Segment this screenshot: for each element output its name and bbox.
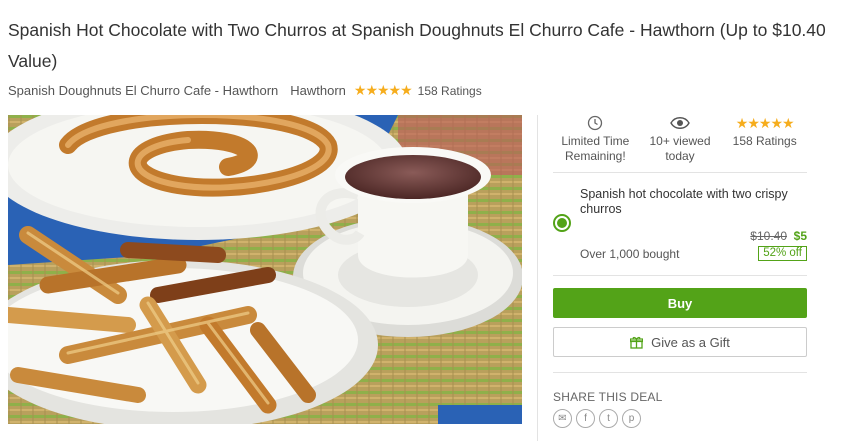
option-title: Spanish hot chocolate with two crispy ch… — [580, 187, 788, 216]
divider — [553, 275, 807, 276]
stat-views-line1: 10+ viewed — [649, 134, 711, 148]
stat-ratings-count: 158 Ratings — [732, 134, 797, 148]
stat-views: 10+ viewed today — [638, 113, 723, 171]
original-price: $10.40 — [750, 229, 787, 243]
stat-time: Limited Time Remaining! — [553, 113, 638, 171]
stat-time-line2: Remaining! — [564, 149, 626, 163]
stat-views-line2: today — [665, 149, 695, 163]
churros-illustration — [8, 115, 522, 424]
stat-time-line1: Limited Time — [561, 134, 630, 148]
ratings-count[interactable]: 158 Ratings — [418, 84, 482, 98]
gift-icon — [630, 336, 644, 349]
rating-stars: ★★★★★ — [353, 82, 413, 98]
share-buttons: ✉ f t p — [553, 409, 641, 428]
divider — [553, 172, 807, 173]
merchant-link[interactable]: Spanish Doughnuts El Churro Cafe - Hawth… — [8, 83, 278, 98]
deal-photo[interactable] — [8, 115, 522, 424]
clock-icon — [553, 113, 638, 133]
location-link[interactable]: Hawthorn — [290, 83, 346, 98]
deal-subline: Spanish Doughnuts El Churro Cafe - Hawth… — [8, 82, 482, 99]
give-as-gift-button[interactable]: Give as a Gift — [553, 327, 807, 357]
deal-option[interactable]: Spanish hot chocolate with two crispy ch… — [553, 183, 807, 265]
eye-icon — [638, 113, 723, 133]
share-title: SHARE THIS DEAL — [553, 390, 663, 404]
deal-stats: Limited Time Remaining! 10+ viewed today… — [553, 113, 807, 171]
facebook-icon[interactable]: f — [576, 409, 595, 428]
email-icon[interactable]: ✉ — [553, 409, 572, 428]
pinterest-icon[interactable]: p — [622, 409, 641, 428]
divider — [553, 372, 807, 373]
panel-divider — [537, 115, 538, 441]
deal-price: $5 — [793, 229, 807, 243]
buy-button[interactable]: Buy — [553, 288, 807, 318]
discount-badge: 52% off — [758, 246, 807, 261]
option-radio[interactable] — [553, 214, 571, 232]
stars-icon: ★★★★★ — [722, 113, 807, 133]
stat-ratings[interactable]: ★★★★★ 158 Ratings — [722, 113, 807, 171]
deal-title: Spanish Hot Chocolate with Two Churros a… — [8, 20, 826, 71]
twitter-icon[interactable]: t — [599, 409, 618, 428]
bought-count: Over 1,000 bought — [580, 247, 680, 261]
give-as-gift-label: Give as a Gift — [651, 334, 730, 350]
stat-rating-stars: ★★★★★ — [735, 114, 795, 131]
